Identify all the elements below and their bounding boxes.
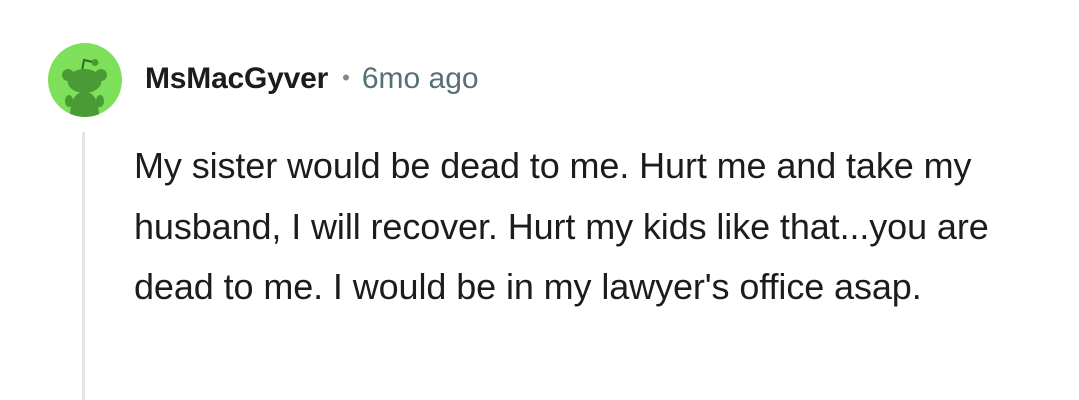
username-link[interactable]: MsMacGyver <box>145 62 328 96</box>
timestamp[interactable]: 6mo ago <box>362 62 479 96</box>
separator-dot: • <box>342 65 350 90</box>
thread-line[interactable] <box>82 132 85 400</box>
user-avatar[interactable] <box>48 43 122 117</box>
comment-meta: MsMacGyver • 6mo ago <box>145 56 479 102</box>
comment: MsMacGyver • 6mo ago My sister would be … <box>0 0 1079 400</box>
reddit-snoo-avatar-icon <box>62 58 107 117</box>
comment-body: My sister would be dead to me. Hurt me a… <box>134 145 989 307</box>
